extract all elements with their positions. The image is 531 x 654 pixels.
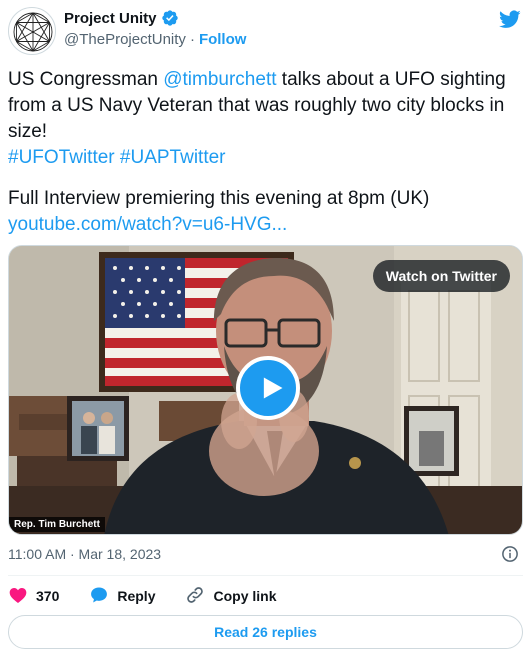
tweet-text: US Congressman @timburchett talks about …: [8, 67, 520, 171]
mention-link[interactable]: @timburchett: [163, 69, 276, 90]
reply-bubble-icon: [89, 585, 109, 608]
globe-network-icon: [13, 12, 53, 52]
author-display-name[interactable]: Project Unity: [64, 10, 157, 27]
tweet-timestamp[interactable]: 11:00 AM · Mar 18, 2023: [8, 546, 161, 562]
video-caption: Rep. Tim Burchett: [9, 517, 105, 532]
heart-icon: [8, 585, 28, 608]
verified-badge-icon: [161, 10, 178, 26]
author-handle[interactable]: @TheProjectUnity: [64, 31, 186, 48]
reply-button[interactable]: Reply: [89, 585, 155, 608]
tweet-text-intro: US Congressman: [8, 69, 164, 90]
copy-link-button[interactable]: Copy link: [185, 585, 277, 608]
play-button[interactable]: [236, 356, 300, 420]
reply-label: Reply: [117, 588, 156, 604]
hashtag-uaptwitter[interactable]: #UAPTwitter: [120, 147, 226, 168]
video-player[interactable]: Watch on Twitter Rep. Tim Burchett: [8, 245, 523, 535]
read-replies-button[interactable]: Read 26 replies: [8, 615, 523, 649]
separator-dot: ·: [189, 31, 195, 48]
avatar[interactable]: [8, 7, 56, 55]
play-icon: [263, 377, 283, 399]
author-handle-row: @TheProjectUnity · Follow: [64, 31, 246, 48]
tweet-embed-card: Project Unity @TheProjectUnity · Follow …: [0, 0, 531, 654]
link-icon: [185, 585, 205, 608]
interview-line: Full Interview premiering this evening a…: [8, 188, 430, 209]
author-name-row: Project Unity: [64, 9, 179, 27]
action-bar: 370 Reply Copy link: [8, 584, 307, 608]
info-icon[interactable]: [501, 545, 519, 563]
tweet-text-second-paragraph: Full Interview premiering this evening a…: [8, 186, 520, 238]
follow-button[interactable]: Follow: [199, 31, 247, 48]
watch-on-twitter-button[interactable]: Watch on Twitter: [372, 260, 510, 292]
likes-count: 370: [36, 588, 60, 604]
copy-link-label: Copy link: [213, 588, 277, 604]
divider: [8, 575, 523, 576]
youtube-link[interactable]: youtube.com/watch?v=u6-HVG...: [8, 214, 287, 235]
hashtag-ufotwitter[interactable]: #UFOTwitter: [8, 147, 115, 168]
like-button[interactable]: 370: [8, 585, 59, 608]
twitter-bird-icon[interactable]: [499, 8, 521, 30]
